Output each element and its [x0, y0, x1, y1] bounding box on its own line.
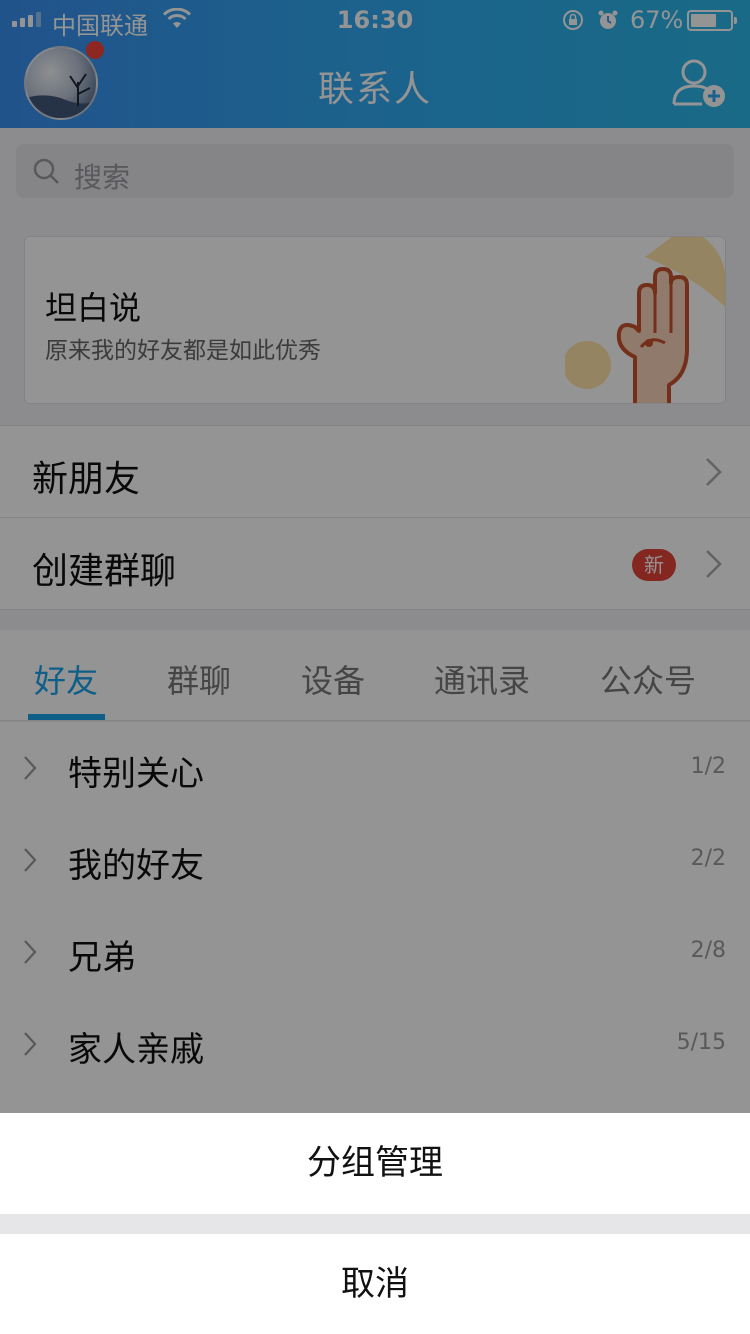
manage-groups-button[interactable]: 分组管理: [0, 1113, 750, 1214]
cancel-button[interactable]: 取消: [0, 1234, 750, 1334]
action-sheet-separator: [0, 1214, 750, 1234]
